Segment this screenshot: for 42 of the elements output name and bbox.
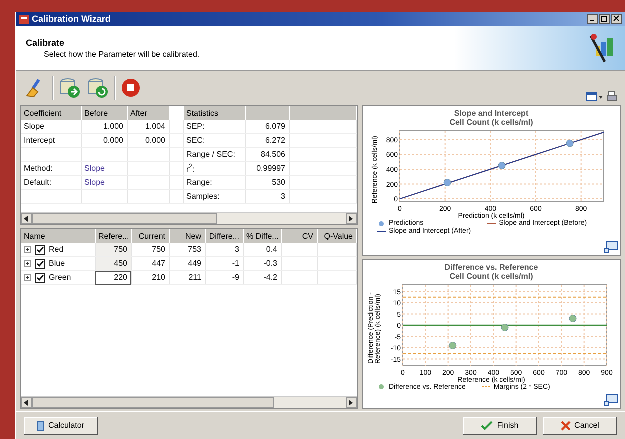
table-cell: 211: [169, 270, 205, 284]
table-cell: r$^{2}$:: [183, 162, 245, 176]
chart-title: Slope and Intercept: [454, 109, 529, 118]
table-cell: Method:: [21, 162, 81, 176]
table-cell: Range / SEC:: [183, 148, 245, 162]
table-cell: 753: [169, 243, 205, 256]
table-cell: -1: [205, 256, 243, 270]
table-cell: Samples:: [183, 190, 245, 204]
table-cell: 3: [245, 190, 289, 204]
table-cell: 84.506: [245, 148, 289, 162]
table-cell: 750: [131, 243, 169, 256]
table-cell: 0.99997: [245, 162, 289, 176]
table-cell: -4.2: [243, 270, 281, 284]
chart-subtitle: Cell Count (k cells/ml): [450, 272, 534, 280]
table-cell: 6.272: [245, 134, 289, 148]
table-cell: 0.000: [81, 134, 127, 148]
chart-subtitle: Cell Count (k cells/ml): [450, 118, 534, 127]
table-cell: SEP:: [183, 120, 245, 134]
table-cell: 1.000: [81, 120, 127, 134]
table-cell: 210: [131, 270, 169, 284]
table-cell: Range:: [183, 176, 245, 190]
table-cell: SEC:: [183, 134, 245, 148]
table-cell: Default:: [21, 176, 81, 190]
table-cell: Slope: [21, 120, 81, 134]
table-cell: 447: [131, 256, 169, 270]
table-cell: 3: [205, 243, 243, 256]
table-cell: -0.3: [243, 256, 281, 270]
table-cell: 0.4: [243, 243, 281, 256]
table-cell: 449: [169, 256, 205, 270]
table-cell: 1.004: [127, 120, 169, 134]
step-title: Calibrate: [26, 38, 66, 48]
sample-name: Green: [49, 273, 72, 282]
table-cell: Intercept: [21, 134, 81, 148]
chart-title: Difference vs. Reference: [444, 262, 538, 272]
window-title: Calibration Wizard: [32, 14, 111, 24]
table-cell: 6.079: [245, 120, 289, 134]
step-description: Select how the Parameter will be calibrated.: [43, 50, 201, 58]
sample-name: Blue: [49, 259, 66, 268]
table-cell: -9: [205, 270, 243, 284]
table-cell: 530: [245, 176, 289, 190]
sample-name: Red: [49, 245, 64, 254]
table-cell: 0.000: [127, 134, 169, 148]
